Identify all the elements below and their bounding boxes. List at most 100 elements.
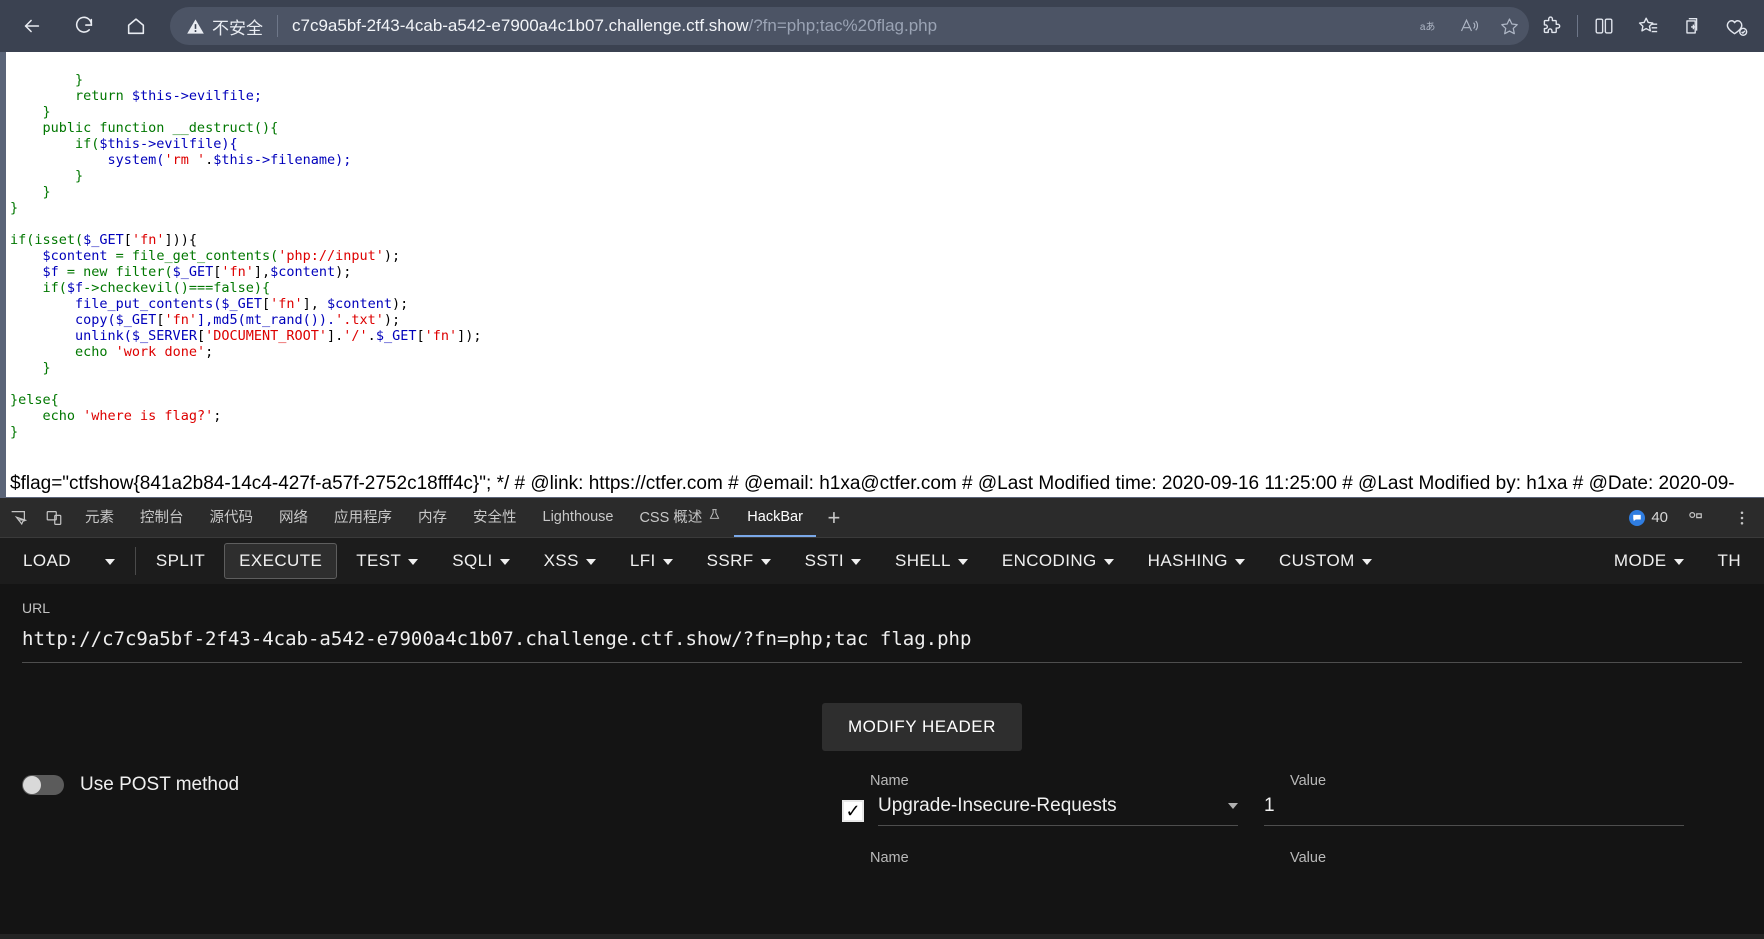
code-token: } (10, 71, 84, 88)
split-screen-icon[interactable] (1582, 6, 1626, 46)
use-post-method-row[interactable]: Use POST method (22, 703, 822, 866)
header-name-input[interactable]: Upgrade-Insecure-Requests (878, 795, 1238, 826)
headers-table-header-empty: Name Value (822, 850, 1742, 866)
code-token: echo (10, 407, 84, 424)
hackbar-shell-button[interactable]: SHELL (880, 543, 983, 579)
code-token: $_GET (115, 311, 157, 328)
hackbar-th-button[interactable]: TH (1703, 543, 1756, 579)
hackbar-execute-button[interactable]: EXECUTE (224, 543, 338, 579)
reload-button[interactable] (64, 6, 104, 46)
address-bar[interactable]: 不安全 c7c9a5bf-2f43-4cab-a542-e7900a4c1b07… (170, 7, 1529, 45)
code-token: if(isset( (10, 231, 84, 248)
collections-icon[interactable] (1670, 6, 1714, 46)
code-token: 'where is flag?' (83, 407, 214, 424)
hackbar-lfi-button[interactable]: LFI (615, 543, 688, 579)
code-token: if( (10, 135, 100, 152)
button-label: SHELL (894, 551, 951, 570)
devtools-tab-内存[interactable]: 内存 (405, 498, 460, 537)
button-label: CUSTOM (1278, 551, 1355, 570)
home-button[interactable] (116, 6, 156, 46)
code-line: }else{ (10, 392, 59, 408)
use-post-method-toggle[interactable] (22, 774, 64, 795)
code-token: ); (383, 311, 401, 328)
url-input-underline (22, 662, 1742, 663)
devtools-tab-控制台[interactable]: 控制台 (127, 498, 197, 537)
hackbar-load-button[interactable]: LOAD (8, 543, 86, 579)
translate-icon[interactable]: aあ (1409, 7, 1449, 45)
code-token: $_GET (375, 327, 417, 344)
code-token: } (10, 167, 84, 184)
page-scrollbar[interactable] (0, 52, 6, 497)
chevron-down-icon (104, 559, 115, 565)
code-token: } (10, 183, 51, 200)
header-enabled-checkbox[interactable]: ✓ (842, 799, 864, 822)
chevron-down-icon (499, 559, 510, 565)
hackbar-test-button[interactable]: TEST (341, 543, 433, 579)
code-token: [ (416, 327, 425, 344)
back-arrow-icon (21, 15, 43, 37)
hackbar-ssti-button[interactable]: SSTI (790, 543, 876, 579)
php-source-code: } return $this->evilfile; } public funct… (0, 66, 1764, 440)
hackbar-custom-button[interactable]: CUSTOM (1264, 543, 1387, 579)
code-line: return $this->evilfile; (10, 88, 262, 104)
hackbar-url-input[interactable]: http://c7c9a5bf-2f43-4cab-a542-e7900a4c1… (22, 616, 1742, 650)
code-token: } (10, 423, 19, 440)
favorite-star-icon[interactable] (1489, 7, 1529, 45)
hackbar-toolbar: LOAD SPLIT EXECUTE TEST SQLI XSS LFI SSRF SSTI SH… (0, 538, 1764, 584)
devtools-tab-CSS 概述[interactable]: CSS 概述 (626, 498, 734, 537)
hackbar-options-row: Use POST method MODIFY HEADER Name Value… (22, 703, 1742, 866)
button-label: MODE (1613, 551, 1667, 570)
issues-badge[interactable]: 40 (1629, 509, 1668, 526)
code-token: ; (213, 407, 222, 424)
hackbar-mode-button[interactable]: MODE (1599, 543, 1699, 579)
devtools-tab-应用程序[interactable]: 应用程序 (321, 498, 405, 537)
hackbar-hashing-button[interactable]: HASHING (1133, 543, 1260, 579)
browser-essentials-icon[interactable] (1714, 6, 1758, 46)
code-token: ); (335, 263, 352, 280)
button-label: SPLIT (155, 551, 206, 570)
favorites-bar-icon[interactable] (1626, 6, 1670, 46)
hackbar-sqli-button[interactable]: SQLI (437, 543, 524, 579)
inspect-element-icon[interactable] (0, 498, 36, 537)
code-token: . (205, 151, 214, 168)
code-token: ); (383, 247, 401, 264)
devtools-tab-HackBar[interactable]: HackBar (734, 498, 816, 537)
devtools-tab-安全性[interactable]: 安全性 (460, 498, 530, 537)
hackbar-load-dropdown[interactable] (90, 543, 130, 579)
code-token: $f (42, 263, 59, 280)
headers-table-header: Name Value (822, 773, 1742, 789)
hackbar-encoding-button[interactable]: ENCODING (987, 543, 1129, 579)
extensions-icon[interactable] (1529, 6, 1573, 46)
toolbar-divider (134, 547, 136, 575)
add-tab-button[interactable]: + (816, 498, 852, 537)
devtools-tab-源代码[interactable]: 源代码 (197, 498, 267, 537)
device-toolbar-icon[interactable] (36, 498, 72, 537)
code-token: $_GET (83, 231, 124, 248)
url-field-label: URL (22, 600, 51, 616)
modify-header-button[interactable]: MODIFY HEADER (822, 703, 1022, 751)
hackbar-split-button[interactable]: SPLIT (141, 543, 220, 579)
devtools-more-icon[interactable] (1724, 509, 1760, 527)
home-icon (125, 15, 147, 37)
header-value-input[interactable]: 1 (1264, 795, 1684, 826)
hackbar-ssrf-button[interactable]: SSRF (692, 543, 786, 579)
code-line: if($this->evilfile){ (10, 136, 238, 152)
devtools-tab-label: 元素 (85, 510, 114, 526)
code-token: $this (213, 151, 254, 168)
read-aloud-icon[interactable] (1449, 7, 1489, 45)
devtools-tab-label: 内存 (418, 510, 447, 526)
header-row: ✓ Upgrade-Insecure-Requests 1 (822, 795, 1742, 826)
code-token: $_GET (221, 295, 262, 312)
back-button[interactable] (12, 6, 52, 46)
code-token: 'work done' (115, 343, 206, 360)
devtools-settings-icon[interactable] (1678, 509, 1714, 527)
hackbar-xss-button[interactable]: XSS (529, 543, 611, 579)
devtools-tab-Lighthouse[interactable]: Lighthouse (530, 498, 627, 537)
code-token: ->checkevil()===false){ (83, 279, 271, 296)
code-token: 'fn' (270, 295, 303, 312)
code-token: ; (205, 343, 214, 360)
code-line: public function __destruct(){ (10, 120, 279, 136)
devtools-tab-网络[interactable]: 网络 (266, 498, 321, 537)
devtools-tab-元素[interactable]: 元素 (72, 498, 127, 537)
